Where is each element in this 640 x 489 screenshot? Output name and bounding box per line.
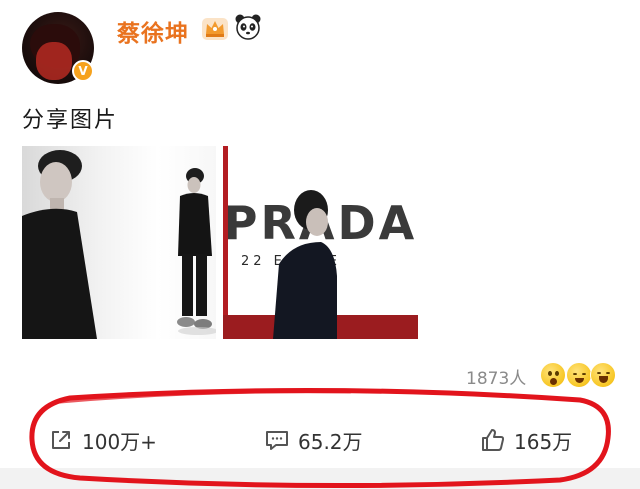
portrait-photo[interactable] <box>22 146 216 339</box>
laughing-emoji-icon <box>566 362 592 388</box>
share-button[interactable]: 100万+ <box>48 424 157 456</box>
crown-icon <box>202 18 228 40</box>
comment-count: 65.2万 <box>298 429 363 454</box>
grinning-emoji-icon <box>590 362 616 388</box>
username[interactable]: 蔡徐坤 <box>117 14 189 48</box>
section-divider <box>0 468 640 489</box>
share-icon <box>52 431 70 449</box>
like-count: 165万 <box>514 429 573 454</box>
thumbs-up-icon <box>482 429 505 451</box>
weibo-post: V 蔡徐坤 分享图片 22 1873人 100万+ 65.2万 165万 <box>0 0 640 489</box>
comment-button[interactable]: 65.2万 <box>264 424 363 456</box>
portrait-photo-figures <box>22 150 216 339</box>
event-photo[interactable]: PRADA 22 ENSWE <box>223 146 418 339</box>
share-count: 100万+ <box>82 429 157 454</box>
like-button[interactable]: 165万 <box>480 424 572 456</box>
event-photo-figure <box>273 190 337 339</box>
post-text: 分享图片 <box>22 108 119 133</box>
panda-icon <box>235 14 261 40</box>
comment-icon <box>266 431 288 450</box>
reaction-count[interactable]: 1873人 <box>466 364 526 389</box>
avatar-face <box>36 42 72 80</box>
verified-badge-icon: V <box>72 60 94 82</box>
surprised-emoji-icon <box>540 362 566 388</box>
